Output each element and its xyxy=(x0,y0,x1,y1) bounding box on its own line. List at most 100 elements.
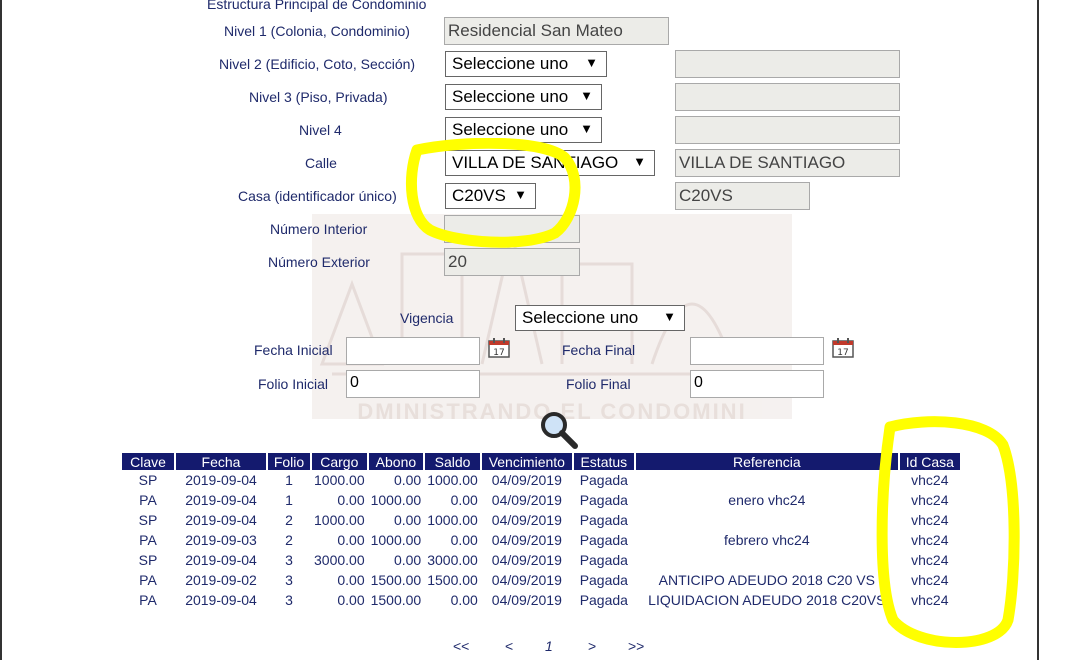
table-cell: Pagada xyxy=(579,552,628,568)
table-cell xyxy=(636,550,898,570)
table-cell: vhc24 xyxy=(911,512,949,528)
casa-select-value: C20VS xyxy=(452,186,506,205)
pager-next[interactable]: > xyxy=(588,638,596,654)
table-cell: PA xyxy=(139,532,157,548)
column-header[interactable]: Id Casa xyxy=(899,453,960,470)
nivel2-label: Nivel 2 (Edificio, Coto, Sección) xyxy=(219,56,416,72)
section-title: Estructura Principal de Condominio xyxy=(207,0,427,12)
pager-first[interactable]: << xyxy=(453,638,469,654)
nivel4-select[interactable]: Seleccione uno ▼ xyxy=(445,117,602,143)
column-header[interactable]: Vencimiento xyxy=(481,453,572,470)
nivel4-label: Nivel 4 xyxy=(299,122,342,138)
table-cell: vhc24 xyxy=(911,492,949,508)
nivel2-select[interactable]: Seleccione uno ▼ xyxy=(445,51,607,77)
nivel3-select-value: Seleccione uno xyxy=(452,87,569,106)
table-cell: 1 xyxy=(285,472,293,488)
svg-text:17: 17 xyxy=(493,348,504,358)
nivel3-select[interactable]: Seleccione uno ▼ xyxy=(445,84,602,110)
table-cell: SP xyxy=(138,552,158,568)
table-cell: vhc24 xyxy=(911,592,949,608)
table-cell: 1000.00 xyxy=(427,512,478,528)
table-cell: Pagada xyxy=(579,532,628,548)
table-cell: 3000.00 xyxy=(427,552,478,568)
table-cell: 1000.00 xyxy=(370,532,422,548)
column-header[interactable]: Folio xyxy=(268,453,310,470)
table-cell: vhc24 xyxy=(911,552,949,568)
table-cell: vhc24 xyxy=(911,532,949,548)
table-cell: 2019-09-04 xyxy=(185,512,257,528)
table-cell: 2019-09-02 xyxy=(185,572,257,588)
table-cell: vhc24 xyxy=(911,572,949,588)
calle-label: Calle xyxy=(305,155,337,171)
calendar-icon[interactable]: 17 xyxy=(832,338,854,358)
table-cell: PA xyxy=(139,492,157,508)
table-header-row: Clave Fecha Folio Cargo Abono Saldo Venc… xyxy=(122,453,960,470)
fecha-final-input[interactable] xyxy=(690,337,824,365)
calle-select[interactable]: VILLA DE SANTIAGO ▼ xyxy=(445,150,655,176)
dropdown-arrow-icon: ▼ xyxy=(514,187,527,202)
column-header[interactable]: Estatus xyxy=(573,453,634,470)
column-header[interactable]: Saldo xyxy=(425,453,480,470)
table-cell: 0.00 xyxy=(337,492,365,508)
nivel1-label: Nivel 1 (Colonia, Condominio) xyxy=(224,23,410,39)
pager-last[interactable]: >> xyxy=(628,638,644,654)
fecha-inicial-label: Fecha Inicial xyxy=(254,342,333,358)
table-cell: 1500.00 xyxy=(427,572,478,588)
column-header[interactable]: Abono xyxy=(368,453,424,470)
calle-select-value: VILLA DE SANTIAGO xyxy=(452,153,619,172)
table-cell: 2 xyxy=(285,512,293,528)
table-cell: Pagada xyxy=(579,592,628,608)
table-cell: 1500.00 xyxy=(370,592,422,608)
search-icon[interactable] xyxy=(538,410,580,450)
table-cell: febrero vhc24 xyxy=(724,532,810,548)
table-cell: 0.00 xyxy=(450,532,478,548)
table-cell: 1000.00 xyxy=(427,472,478,488)
table-cell xyxy=(636,510,898,530)
table-cell: Pagada xyxy=(579,472,628,488)
table-cell: 04/09/2019 xyxy=(491,472,562,488)
table-cell: 0.00 xyxy=(337,592,365,608)
casa-select[interactable]: C20VS ▼ xyxy=(445,183,536,209)
nivel1-field[interactable]: Residencial San Mateo xyxy=(444,17,669,45)
folio-final-input[interactable]: 0 xyxy=(690,370,824,398)
table-cell: 2 xyxy=(285,532,293,548)
pager-prev[interactable]: < xyxy=(505,638,513,654)
nivel4-field[interactable] xyxy=(675,116,900,144)
table-cell: 0.00 xyxy=(393,552,422,568)
table-cell: Pagada xyxy=(579,572,628,588)
calle-field[interactable]: VILLA DE SANTIAGO xyxy=(675,149,900,177)
dropdown-arrow-icon: ▼ xyxy=(663,309,676,324)
column-header[interactable]: Referencia xyxy=(635,453,898,470)
vigencia-select[interactable]: Seleccione uno ▼ xyxy=(515,305,685,331)
table-row: SP 2019-09-04 3 3000.00 0.00 3000.00 04/09/201… xyxy=(122,550,960,570)
column-header[interactable]: Fecha xyxy=(176,453,266,470)
table-cell: 0.00 xyxy=(393,472,422,488)
table-cell: 2019-09-04 xyxy=(185,492,257,508)
table-cell: 04/09/2019 xyxy=(491,592,562,608)
nivel3-field[interactable] xyxy=(675,83,900,111)
column-header[interactable]: Cargo xyxy=(312,453,367,470)
nivel2-field[interactable] xyxy=(675,50,900,78)
table-row: PA 2019-09-04 1 0.00 1000.00 0.00 04/09/2019 Pa… xyxy=(122,490,960,510)
table-row: SP 2019-09-04 2 1000.00 0.00 1000.00 04/09/201… xyxy=(122,510,960,530)
fecha-inicial-input[interactable] xyxy=(346,337,480,365)
calendar-icon[interactable]: 17 xyxy=(488,338,510,358)
column-header[interactable]: Clave xyxy=(122,453,174,470)
table-cell: 04/09/2019 xyxy=(491,572,562,588)
nivel2-select-value: Seleccione uno xyxy=(452,54,569,73)
table-cell: SP xyxy=(138,472,158,488)
vigencia-select-value: Seleccione uno xyxy=(522,308,639,327)
table-cell: 0.00 xyxy=(450,492,478,508)
table-cell: PA xyxy=(139,592,157,608)
table-cell: enero vhc24 xyxy=(728,492,806,508)
folio-inicial-input[interactable]: 0 xyxy=(346,370,480,398)
results-table: Clave Fecha Folio Cargo Abono Saldo Venc… xyxy=(120,453,962,610)
fecha-final-label: Fecha Final xyxy=(562,342,636,358)
casa-field[interactable]: C20VS xyxy=(675,182,810,210)
table-cell: vhc24 xyxy=(911,472,949,488)
pager-current[interactable]: 1 xyxy=(545,638,553,654)
table-cell: 2019-09-04 xyxy=(185,592,257,608)
numero-interior-field[interactable] xyxy=(444,215,580,243)
table-cell: 1000.00 xyxy=(370,492,422,508)
numero-exterior-field[interactable]: 20 xyxy=(444,248,580,276)
